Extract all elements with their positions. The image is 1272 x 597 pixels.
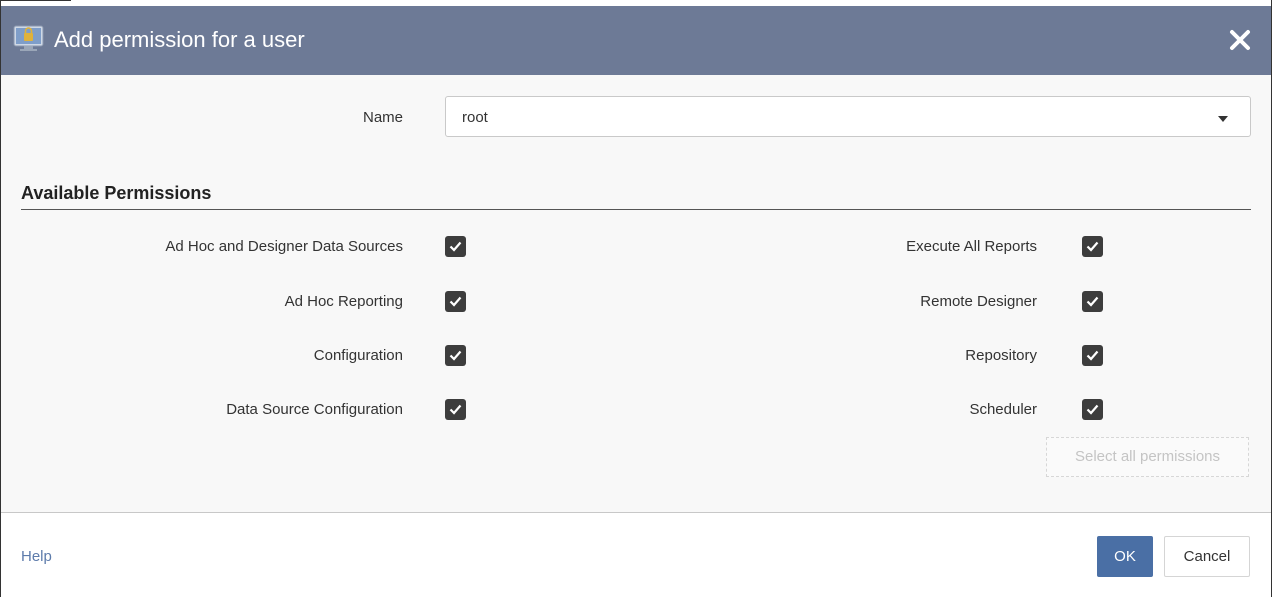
checkbox-execute-all-reports[interactable]: [1082, 236, 1103, 257]
check-icon: [1086, 404, 1099, 415]
permission-label-scheduler: Scheduler: [969, 401, 1037, 418]
checkbox-ad-hoc-reporting[interactable]: [445, 291, 466, 312]
permission-label-remote-designer: Remote Designer: [920, 293, 1037, 310]
checkbox-data-source-configuration[interactable]: [445, 399, 466, 420]
check-icon: [1086, 296, 1099, 307]
name-select-value: root: [462, 109, 488, 126]
permission-label-configuration: Configuration: [313, 347, 403, 364]
add-permission-dialog: Add permission for a user Name root Avai…: [0, 0, 1272, 597]
checkbox-ad-hoc-designer-data-sources[interactable]: [445, 236, 466, 257]
select-all-permissions-button[interactable]: Select all permissions: [1046, 437, 1249, 477]
check-icon: [449, 404, 462, 415]
window-edge: [1, 0, 71, 1]
check-icon: [1086, 241, 1099, 252]
check-icon: [449, 350, 462, 361]
available-permissions-heading: Available Permissions: [21, 183, 212, 203]
check-icon: [449, 241, 462, 252]
permission-label-repository: Repository: [965, 347, 1037, 364]
checkbox-scheduler[interactable]: [1082, 399, 1103, 420]
dialog-body: Name root Available Permissions Ad Hoc a…: [1, 75, 1271, 512]
ok-button[interactable]: OK: [1097, 536, 1153, 577]
permission-label-execute-all-reports: Execute All Reports: [906, 238, 1037, 255]
user-lock-icon: [13, 25, 44, 51]
help-link[interactable]: Help: [21, 548, 52, 565]
cancel-button[interactable]: Cancel: [1164, 536, 1250, 577]
dialog-titlebar: Add permission for a user: [1, 6, 1271, 75]
dialog-footer: Help OK Cancel: [1, 513, 1271, 597]
checkbox-remote-designer[interactable]: [1082, 291, 1103, 312]
permission-label-data-source-configuration: Data Source Configuration: [226, 401, 403, 418]
name-select[interactable]: root: [445, 96, 1251, 137]
check-icon: [449, 296, 462, 307]
chevron-down-icon: [1218, 116, 1228, 122]
check-icon: [1086, 350, 1099, 361]
dialog-title: Add permission for a user: [54, 27, 305, 52]
name-label: Name: [362, 109, 403, 126]
permission-label-ad-hoc-reporting: Ad Hoc Reporting: [284, 293, 403, 310]
permission-label-ad-hoc-designer-data-sources: Ad Hoc and Designer Data Sources: [165, 238, 403, 255]
checkbox-configuration[interactable]: [445, 345, 466, 366]
close-icon[interactable]: [1228, 28, 1252, 52]
checkbox-repository[interactable]: [1082, 345, 1103, 366]
section-divider: [21, 209, 1251, 210]
